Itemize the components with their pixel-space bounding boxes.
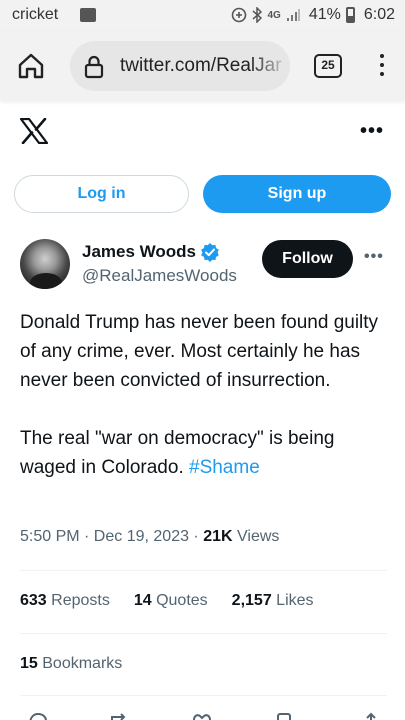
tweet-stats: 633 Reposts 14 Quotes 2,157 Likes [20, 592, 314, 610]
tweet-more-icon[interactable]: ••• [364, 248, 384, 266]
tweet-paragraph-text: The real "war on democracy" is being wag… [20, 428, 335, 478]
data-saver-icon [232, 7, 247, 23]
tweet-paragraph: Donald Trump has never been found guilty… [20, 312, 379, 391]
quotes-count: 14 [133, 592, 152, 609]
divider [20, 633, 387, 634]
lock-icon [84, 55, 104, 79]
divider [20, 570, 387, 571]
reposts-count: 633 [20, 592, 47, 609]
bookmarks-stat[interactable]: 15 Bookmarks [20, 655, 122, 673]
tweet-text: Donald Trump has never been found guilty… [20, 308, 388, 482]
signup-button[interactable]: Sign up [203, 175, 391, 213]
avatar[interactable] [20, 239, 70, 289]
likes-count: 2,157 [231, 592, 272, 609]
likes-label: Likes [271, 592, 314, 609]
follow-button[interactable]: Follow [262, 240, 353, 278]
tweet-timestamp[interactable]: 5:50 PM · Dec 19, 2023 · [20, 528, 203, 545]
carrier-label: cricket [12, 6, 59, 23]
image-notification-icon [80, 8, 96, 22]
repost-icon[interactable] [108, 712, 132, 720]
hashtag-link[interactable]: #Shame [189, 457, 260, 478]
browser-toolbar: twitter.com/RealJar 25 [0, 32, 405, 100]
login-button[interactable]: Log in [14, 175, 189, 213]
author-handle[interactable]: @RealJamesWoods [82, 266, 237, 286]
tweet-meta: 5:50 PM · Dec 19, 2023 · 21K Views [20, 528, 279, 546]
likes-stat[interactable]: 2,157 Likes [232, 592, 314, 610]
address-bar[interactable]: twitter.com/RealJar [70, 41, 290, 91]
header-more-icon[interactable]: ••• [360, 120, 384, 143]
bookmarks-label: Bookmarks [37, 655, 123, 672]
signal-icon [286, 9, 300, 21]
views-label: Views [232, 528, 280, 545]
views-count: 21K [203, 528, 233, 545]
status-bar: cricket 4G 41% 6:02 [0, 0, 405, 32]
home-icon[interactable] [16, 52, 46, 80]
network-type-label: 4G [267, 9, 281, 21]
bookmark-icon[interactable] [275, 712, 293, 720]
battery-icon [345, 7, 355, 23]
share-icon[interactable] [362, 712, 380, 720]
tab-switcher-button[interactable]: 25 [314, 54, 342, 78]
battery-percent: 41% [308, 6, 341, 23]
author-name-row[interactable]: James Woods [82, 242, 220, 262]
x-logo-icon[interactable] [20, 118, 48, 144]
bluetooth-icon [252, 7, 263, 23]
divider [20, 695, 387, 696]
reposts-label: Reposts [46, 592, 110, 609]
tweet-action-bar [0, 708, 405, 720]
clock: 6:02 [363, 6, 395, 23]
reply-icon[interactable] [27, 712, 49, 720]
bookmarks-count: 15 [20, 655, 38, 672]
author-name[interactable]: James Woods [82, 242, 196, 262]
browser-menu-icon[interactable] [378, 54, 386, 80]
verified-badge-icon [201, 243, 219, 262]
quotes-stat[interactable]: 14 Quotes [134, 592, 208, 610]
reposts-stat[interactable]: 633 Reposts [20, 592, 110, 610]
like-icon[interactable] [191, 712, 213, 720]
status-indicators: 4G 41% 6:02 [231, 6, 395, 24]
quotes-label: Quotes [151, 592, 208, 609]
tweet-paragraph: The real "war on democracy" is being wag… [20, 424, 388, 482]
